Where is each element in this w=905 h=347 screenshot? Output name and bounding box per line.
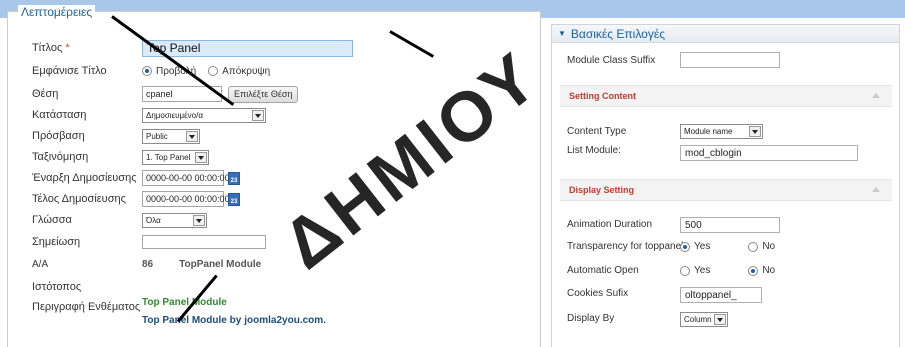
animation-row: Animation Duration xyxy=(567,215,652,233)
dropdown-arrow-icon xyxy=(195,151,207,163)
basic-options-panel: ▼ Βασικές Επιλογές Module Class Suffix S… xyxy=(551,24,900,347)
access-label: Πρόσβαση xyxy=(32,130,85,142)
dropdown-arrow-icon xyxy=(714,314,726,325)
ordering-label: Ταξινόμηση xyxy=(32,151,89,163)
list-module-row: List Module: xyxy=(567,141,621,159)
cookies-label: Cookies Sufix xyxy=(567,287,629,299)
transparency-no-radio[interactable] xyxy=(748,241,759,252)
setting-content-title: Setting Content xyxy=(569,91,636,101)
position-label: Θέση xyxy=(32,88,59,100)
calendar-icon[interactable]: 23 xyxy=(228,192,240,206)
list-module-label: List Module: xyxy=(567,144,621,156)
id-value: 86 xyxy=(142,258,154,270)
display-setting-title: Display Setting xyxy=(569,185,635,195)
note-input[interactable] xyxy=(142,235,266,249)
transparency-no-label: No xyxy=(762,241,776,252)
display-by-row: Display By xyxy=(567,309,614,327)
description-label: Περιγραφή Ενθέματος xyxy=(32,301,141,313)
automatic-open-row: Automatic Open xyxy=(567,261,639,279)
show-title-opt-show: Προβολή xyxy=(156,65,197,77)
collapse-caret-icon xyxy=(872,93,880,98)
show-title-label: Εμφάνισε Τίτλο xyxy=(32,65,107,77)
automatic-open-no-label: No xyxy=(762,265,776,276)
automatic-open-label: Automatic Open xyxy=(567,264,639,276)
calendar-icon[interactable]: 23 xyxy=(228,171,240,185)
note-label: Σημείωση xyxy=(32,236,81,248)
show-title-radio-hide[interactable] xyxy=(208,66,219,76)
ordering-select-value: 1. Top Panel xyxy=(146,152,191,162)
basic-options-header[interactable]: ▼ Βασικές Επιλογές xyxy=(552,25,899,43)
state-select[interactable]: Δημοσιευμένο/α xyxy=(142,107,266,123)
animation-input[interactable]: 500 xyxy=(680,217,780,233)
publish-down-input[interactable]: 0000-00-00 00:00:00 xyxy=(142,191,230,207)
dropdown-arrow-icon xyxy=(193,214,205,226)
id-label: Α/Α xyxy=(32,258,49,270)
publish-down-label: Τέλος Δημοσίευσης xyxy=(32,193,126,205)
state-select-value: Δημοσιευμένο/α xyxy=(146,110,203,120)
transparency-label: Transparency for toppanel xyxy=(567,240,684,252)
transparency-row: Transparency for toppanel xyxy=(567,237,683,255)
state-label: Κατάσταση xyxy=(32,109,87,121)
access-select-value: Public xyxy=(146,131,168,141)
module-type: TopPanel Module xyxy=(179,258,262,270)
publish-up-label: Έναρξη Δημοσίευσης xyxy=(32,172,137,184)
show-title-radio-show[interactable] xyxy=(142,66,152,76)
ordering-select[interactable]: 1. Top Panel xyxy=(142,149,209,165)
module-class-suffix-row: Module Class Suffix xyxy=(567,51,655,69)
language-label: Γλώσσα xyxy=(32,214,72,226)
description-link[interactable]: joomla2you.com. xyxy=(244,315,326,326)
title-label: Τίτλος xyxy=(32,42,63,54)
description-title: Top Panel Module xyxy=(142,297,227,308)
display-by-select[interactable]: Column xyxy=(680,312,728,327)
content-type-select[interactable]: Module name xyxy=(680,124,763,139)
display-by-value: Column xyxy=(684,315,712,324)
content-type-row: Content Type xyxy=(567,122,626,140)
cookies-row: Cookies Sufix xyxy=(567,284,628,302)
setting-content-section[interactable]: Setting Content xyxy=(560,85,892,107)
module-class-suffix-input[interactable] xyxy=(680,52,780,68)
content-type-label: Content Type xyxy=(567,125,627,137)
content-type-value: Module name xyxy=(684,127,733,136)
animation-label: Animation Duration xyxy=(567,218,653,230)
dropdown-arrow-icon xyxy=(252,109,264,121)
module-class-suffix-label: Module Class Suffix xyxy=(567,54,656,66)
dropdown-arrow-icon xyxy=(186,130,198,142)
expand-triangle-icon: ▼ xyxy=(558,29,566,38)
dropdown-arrow-icon xyxy=(749,126,761,137)
language-select[interactable]: Όλα xyxy=(142,212,207,228)
details-fieldset: Λεπτομέρειες Τίτλος * Top Panel Εμφάνισε… xyxy=(7,5,541,347)
description-text: Top Panel Module by xyxy=(142,314,242,326)
transparency-yes-label: Yes xyxy=(694,241,711,252)
title-input[interactable]: Top Panel xyxy=(142,39,353,57)
position-input[interactable]: cpanel xyxy=(142,86,222,102)
display-setting-section[interactable]: Display Setting xyxy=(560,179,892,201)
automatic-open-no-radio[interactable] xyxy=(748,265,759,276)
collapse-caret-icon xyxy=(872,187,880,192)
publish-up-input[interactable]: 0000-00-00 00:00:00 xyxy=(142,170,230,186)
required-mark: * xyxy=(65,42,70,54)
list-module-input[interactable]: mod_cblogin xyxy=(680,145,858,161)
basic-options-title: Βασικές Επιλογές xyxy=(570,26,665,41)
details-legend: Λεπτομέρειες xyxy=(18,5,96,19)
automatic-open-yes-radio[interactable] xyxy=(680,265,690,276)
show-title-opt-hide: Απόκρυψη xyxy=(222,65,271,77)
cookies-input[interactable]: oltoppanel_ xyxy=(680,287,762,303)
transparency-yes-radio[interactable] xyxy=(680,241,690,252)
access-select[interactable]: Public xyxy=(142,128,200,144)
automatic-open-yes-label: Yes xyxy=(694,265,711,276)
language-select-value: Όλα xyxy=(146,215,161,225)
site-label: Ιστότοπος xyxy=(32,281,82,293)
display-by-label: Display By xyxy=(567,312,615,324)
select-position-button[interactable]: Επιλέξτε Θέση xyxy=(228,85,299,103)
